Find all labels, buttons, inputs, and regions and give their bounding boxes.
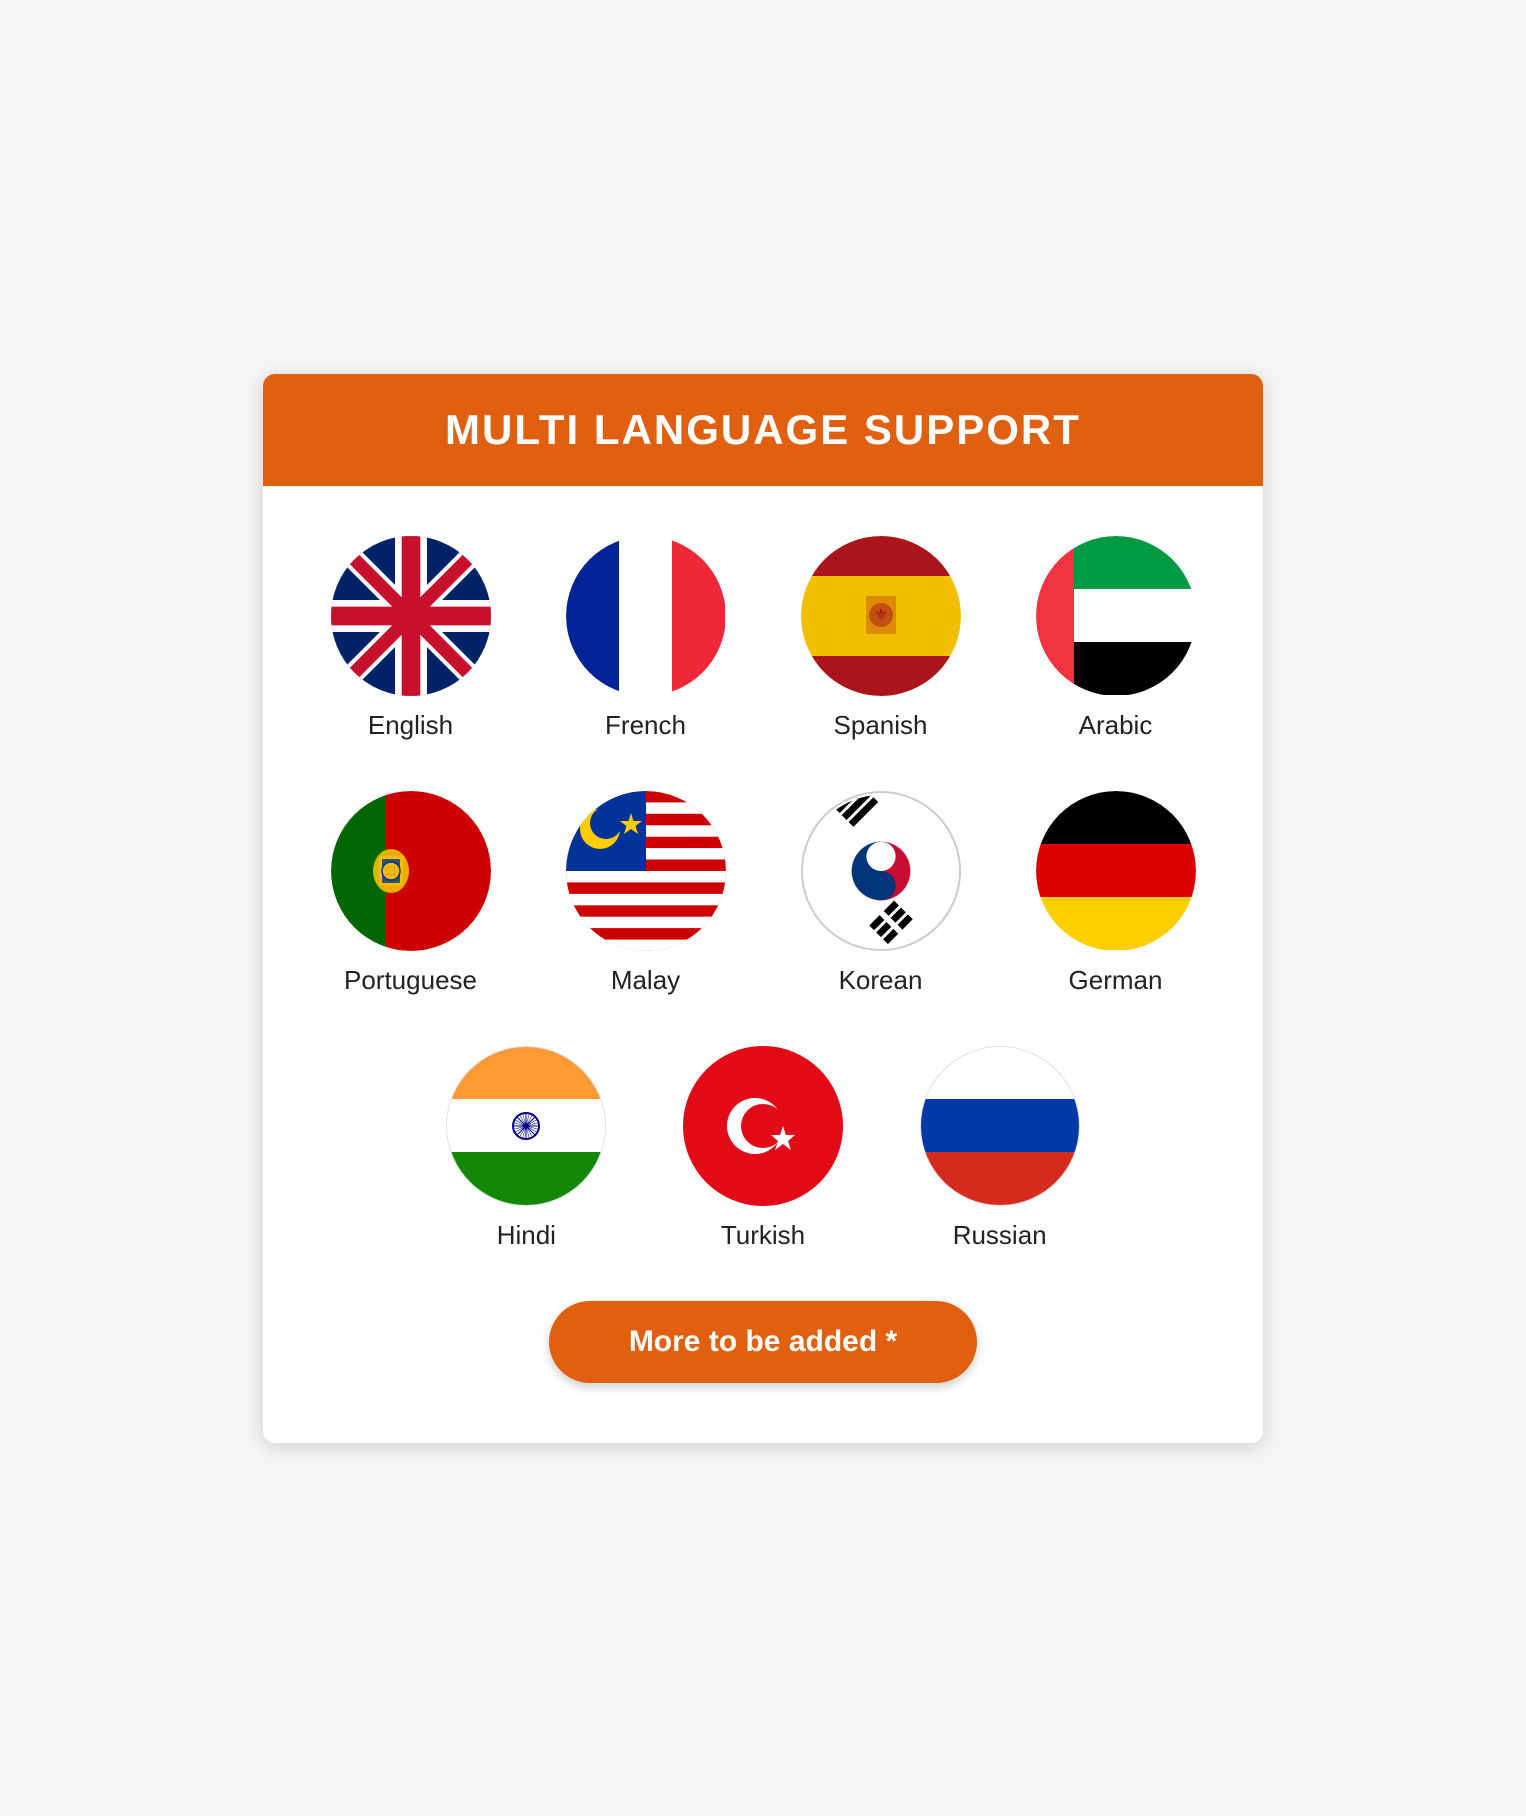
page-title: MULTI LANGUAGE SUPPORT — [283, 406, 1243, 454]
language-item-turkish[interactable]: Turkish — [655, 1046, 872, 1251]
flag-portuguese — [331, 791, 491, 951]
language-item-portuguese[interactable]: Portuguese — [303, 791, 518, 996]
flag-malay — [566, 791, 726, 951]
flag-german — [1036, 791, 1196, 951]
language-item-arabic[interactable]: Arabic — [1008, 536, 1223, 741]
language-item-hindi[interactable]: Hindi — [418, 1046, 635, 1251]
language-grid-row2: Portuguese — [303, 791, 1223, 996]
language-label-hindi: Hindi — [497, 1220, 556, 1251]
language-label-korean: Korean — [839, 965, 923, 996]
language-grid-row3: Hindi — [418, 1046, 1108, 1251]
flag-russian — [920, 1046, 1080, 1206]
language-label-turkish: Turkish — [721, 1220, 805, 1251]
language-label-malay: Malay — [611, 965, 680, 996]
svg-text:⚜: ⚜ — [873, 607, 887, 624]
language-item-korean[interactable]: Korean — [773, 791, 988, 996]
language-label-russian: Russian — [953, 1220, 1047, 1251]
flag-spanish: ⚜ — [801, 536, 961, 696]
language-label-german: German — [1069, 965, 1163, 996]
flag-english — [331, 536, 491, 696]
content-area: English French — [263, 486, 1263, 1443]
more-button[interactable]: More to be added * — [549, 1301, 977, 1383]
main-card: MULTI LANGUAGE SUPPORT — [263, 374, 1263, 1443]
language-label-english: English — [368, 710, 453, 741]
language-item-malay[interactable]: Malay — [538, 791, 753, 996]
flag-turkish — [683, 1046, 843, 1206]
header-banner: MULTI LANGUAGE SUPPORT — [263, 374, 1263, 486]
language-item-spanish[interactable]: ⚜ Spanish — [773, 536, 988, 741]
language-label-portuguese: Portuguese — [344, 965, 477, 996]
language-item-german[interactable]: German — [1008, 791, 1223, 996]
language-item-english[interactable]: English — [303, 536, 518, 741]
language-item-russian[interactable]: Russian — [891, 1046, 1108, 1251]
flag-french — [566, 536, 726, 696]
language-label-arabic: Arabic — [1079, 710, 1153, 741]
language-label-french: French — [605, 710, 686, 741]
flag-arabic — [1036, 536, 1196, 696]
flag-korean — [801, 791, 961, 951]
flag-hindi — [446, 1046, 606, 1206]
language-item-french[interactable]: French — [538, 536, 753, 741]
language-grid-row1: English French — [303, 536, 1223, 741]
language-label-spanish: Spanish — [834, 710, 928, 741]
